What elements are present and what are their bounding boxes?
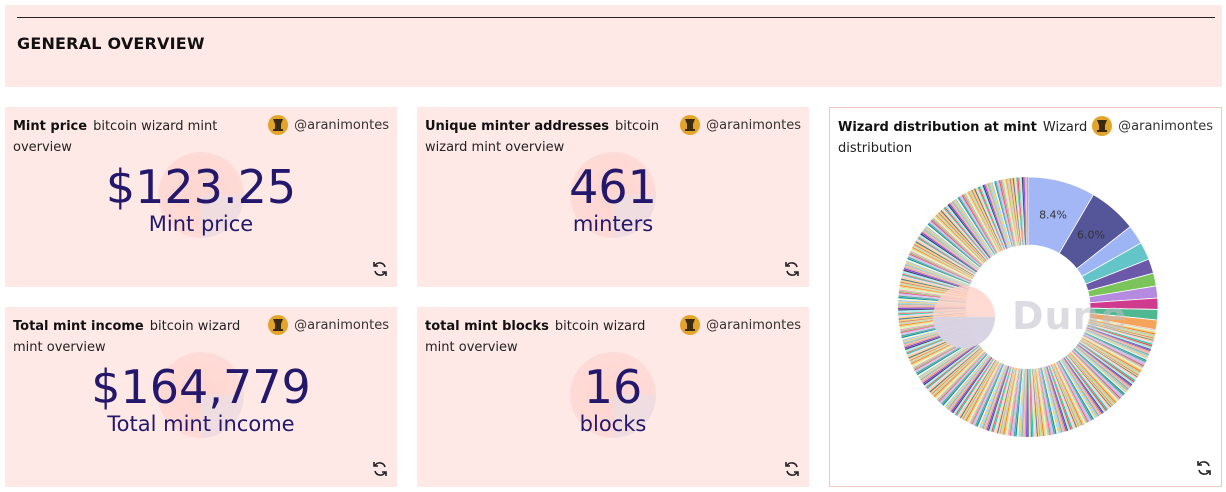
- card-title-bold: Unique minter addresses: [425, 119, 610, 134]
- unique-minters-card: Unique minter addresses bitcoin wizard mi…: [417, 107, 809, 287]
- author-link[interactable]: @aranimontes: [268, 315, 389, 335]
- author-link[interactable]: @aranimontes: [680, 315, 801, 335]
- author-name[interactable]: @aranimontes: [294, 318, 389, 333]
- card-title-bold: Wizard distribution at mint: [838, 120, 1037, 135]
- counter-value: 461: [569, 160, 657, 214]
- wizard-distribution-card: Wizard distribution at mint Wizard distri…: [829, 107, 1222, 487]
- counter-value: 16: [583, 360, 643, 414]
- refresh-icon[interactable]: [783, 460, 801, 478]
- slice-label: 6.0%: [1077, 229, 1105, 242]
- counter-label: minters: [572, 212, 654, 236]
- wizard-avatar-icon: [680, 115, 701, 135]
- author-link[interactable]: @aranimontes: [1092, 116, 1213, 136]
- author-name[interactable]: @aranimontes: [706, 118, 801, 133]
- counter: 461 minters: [417, 162, 809, 236]
- counter-value: $123.25: [105, 160, 297, 214]
- refresh-icon[interactable]: [371, 460, 389, 478]
- author-link[interactable]: @aranimontes: [680, 115, 801, 135]
- card-title-bold: Total mint income: [13, 319, 144, 334]
- counter: $123.25 Mint price: [5, 162, 397, 236]
- author-name[interactable]: @aranimontes: [294, 118, 389, 133]
- wizard-avatar-icon: [1092, 116, 1113, 136]
- total-mint-income-card: Total mint income bitcoin wizard mint ove…: [5, 307, 397, 487]
- author-name[interactable]: @aranimontes: [706, 318, 801, 333]
- mint-price-card: Mint price bitcoin wizard mint overview @…: [5, 107, 397, 287]
- card-title: Wizard distribution at mint Wizard distri…: [838, 117, 1098, 159]
- counter-label: blocks: [579, 412, 647, 436]
- header-divider: [17, 17, 1215, 18]
- refresh-icon[interactable]: [371, 260, 389, 278]
- card-title: total mint blocks bitcoin wizard mint ove…: [425, 316, 675, 358]
- refresh-icon[interactable]: [783, 260, 801, 278]
- card-title-bold: total mint blocks: [425, 319, 549, 334]
- total-mint-blocks-card: total mint blocks bitcoin wizard mint ove…: [417, 307, 809, 487]
- card-title: Unique minter addresses bitcoin wizard mi…: [425, 116, 665, 158]
- counter: 16 blocks: [417, 362, 809, 436]
- refresh-icon[interactable]: [1195, 459, 1213, 477]
- counter-label: Mint price: [148, 212, 254, 236]
- dune-logo: [933, 286, 995, 348]
- author-name[interactable]: @aranimontes: [1118, 119, 1213, 134]
- wizard-avatar-icon: [680, 315, 701, 335]
- wizard-avatar-icon: [268, 315, 289, 335]
- counter-value: $164,779: [91, 360, 311, 414]
- section-header: GENERAL OVERVIEW: [5, 5, 1222, 87]
- author-link[interactable]: @aranimontes: [268, 115, 389, 135]
- card-title: Total mint income bitcoin wizard mint ove…: [13, 316, 263, 358]
- card-title: Mint price bitcoin wizard mint overview: [13, 116, 263, 158]
- dune-watermark: Dune: [1012, 294, 1128, 338]
- counter-label: Total mint income: [107, 412, 295, 436]
- counter: $164,779 Total mint income: [5, 362, 397, 436]
- slice-label: 8.4%: [1039, 208, 1067, 221]
- card-title-bold: Mint price: [13, 119, 88, 134]
- page-title: GENERAL OVERVIEW: [17, 34, 205, 53]
- wizard-avatar-icon: [268, 115, 289, 135]
